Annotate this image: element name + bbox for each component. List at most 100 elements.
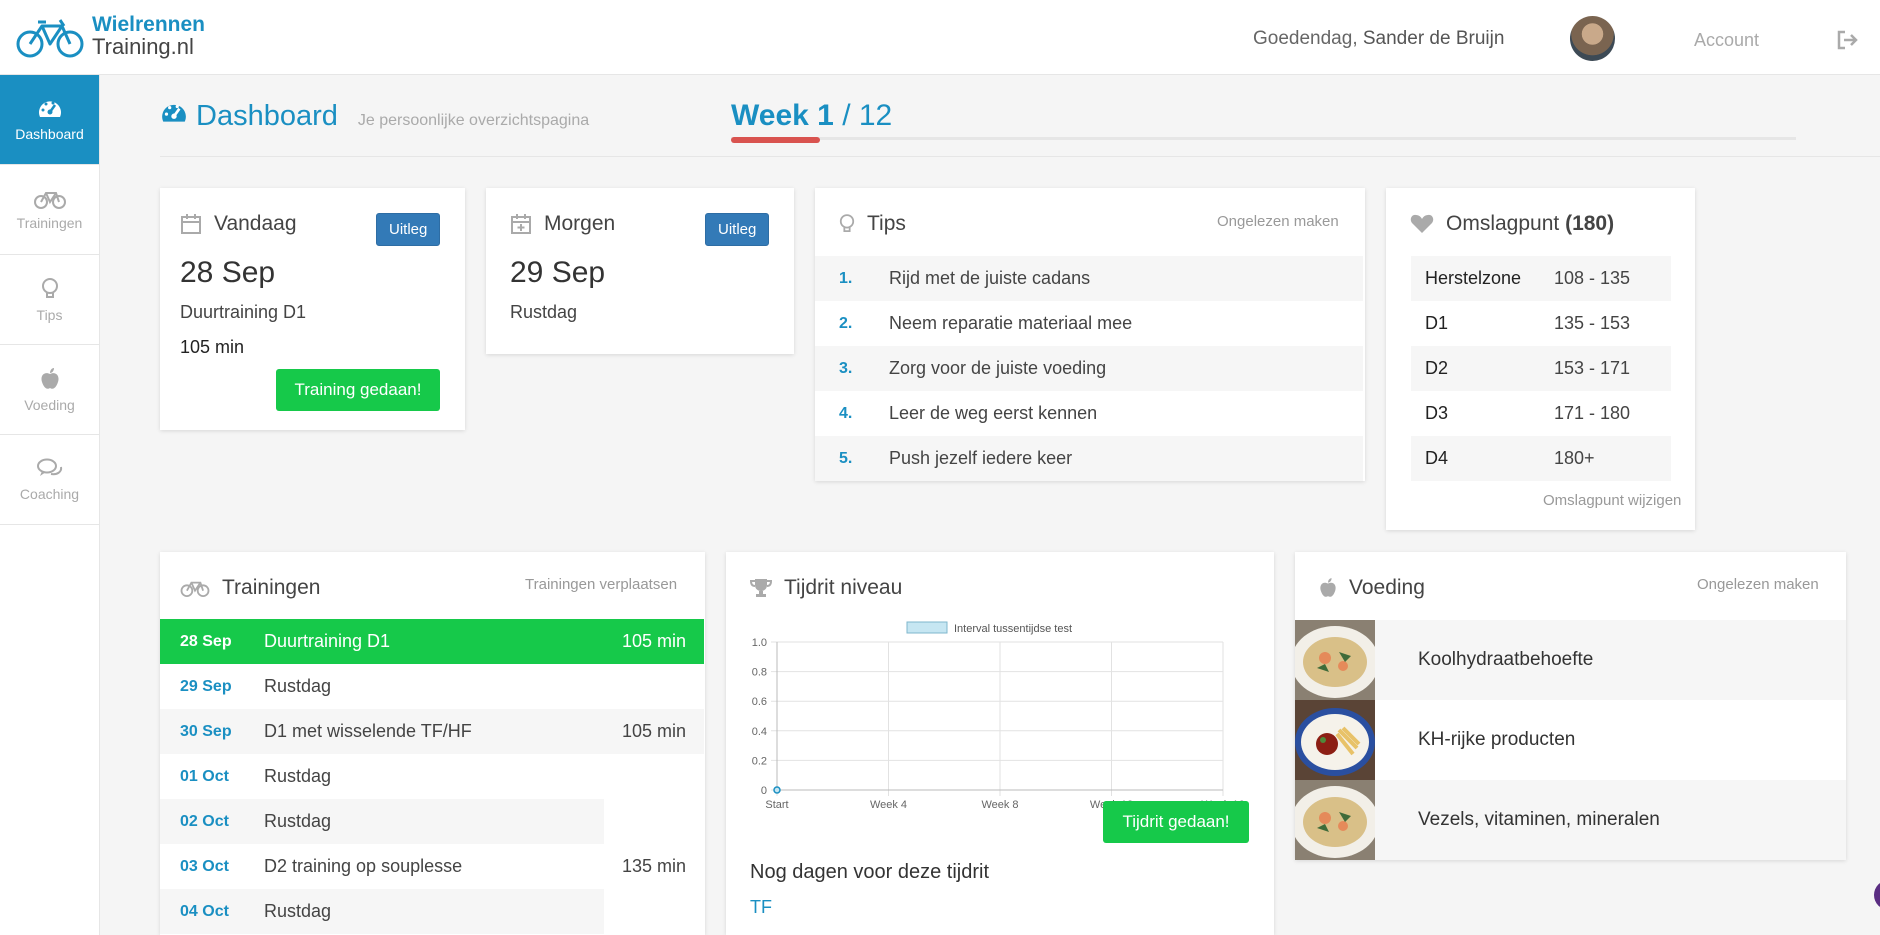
tip-number: 1. [839,269,853,287]
omslagpunt-edit-link[interactable]: Omslagpunt wijzigen [1543,492,1681,509]
tijdrit-title: Tijdrit niveau [750,576,902,600]
training-row[interactable]: 29 Sep Rustdag [160,664,704,709]
tip-item[interactable]: 5. Push jezelf iedere keer [815,436,1363,481]
tomorrow-date: 29 Sep [510,256,606,289]
trainingen-title: Trainingen [180,576,320,600]
trainingen-card: Trainingen Trainingen verplaatsen 28 Sep… [160,552,705,935]
tips-mark-unread-link[interactable]: Ongelezen maken [1217,213,1339,230]
training-name: Duurtraining D1 [264,631,391,651]
voeding-item[interactable]: KH-rijke producten [1295,700,1846,780]
tip-item[interactable]: 4. Leer de weg eerst kennen [815,391,1363,436]
omslagpunt-title-text: Omslagpunt [1446,212,1560,235]
zone-name: Herstelzone [1425,268,1522,288]
pasta-image [1295,620,1375,700]
sidebar-item-coaching[interactable]: Coaching [0,435,99,525]
voeding-mark-unread-link[interactable]: Ongelezen maken [1697,576,1819,593]
sidebar-item-dashboard[interactable]: Dashboard [0,75,99,165]
week-progress-track [731,137,1796,140]
omslagpunt-title: Omslagpunt (180) [1410,212,1614,236]
voeding-label: Koolhydraatbehoefte [1418,649,1594,670]
tijdrit-done-button[interactable]: Tijdrit gedaan! [1103,801,1249,843]
chart-y-tick-label: 0.4 [752,726,767,738]
training-date: 29 Sep [180,677,232,695]
zone-range: 135 - 153 [1554,313,1631,333]
tijdrit-days-value: TF [750,897,772,917]
logout-icon[interactable] [1836,30,1860,55]
chart-y-tick-label: 1.0 [752,637,767,649]
training-row[interactable]: 30 Sep D1 met wisselende TF/HF 105 min [160,709,704,754]
zone-range: 108 - 135 [1554,268,1631,288]
today-uitleg-button[interactable]: Uitleg [376,213,441,246]
zone-row: D1 135 - 153 [1411,301,1671,346]
tomorrow-uitleg-button[interactable]: Uitleg [705,213,770,246]
today-card: Vandaag Uitleg 28 Sep Duurtraining D1 10… [160,188,465,430]
logo-line1: Wielrennen [92,13,205,36]
sidebar-label-voeding: Voeding [24,396,75,413]
trainingen-move-link[interactable]: Trainingen verplaatsen [525,576,677,593]
tijdrit-chart: 00.20.40.60.81.0StartWeek 4Week 8Week 12… [752,621,1245,811]
bicycle-icon [33,191,66,209]
chart-legend-swatch [906,621,948,634]
sidebar-label-tips: Tips [36,306,63,323]
voeding-card: Voeding Ongelezen maken Koolhydraatbehoe… [1295,552,1846,860]
zone-name: D3 [1425,403,1449,423]
divider [160,156,1880,157]
training-name: Rustdag [264,811,332,831]
chart-data-point [773,786,781,794]
voeding-item[interactable]: Koolhydraatbehoefte [1295,620,1846,700]
tijdrit-card: Tijdrit niveau 0 0.2 0.4 0.6 0.8 1.0 Start Week… [726,552,1274,935]
sidebar-label-trainingen: Trainingen [16,214,83,231]
sidebar: Dashboard Trainingen Tips Voeding Coachi… [0,75,100,935]
training-row[interactable]: 28 Sep Duurtraining D1 105 min [160,619,704,664]
today-title: Vandaag [180,212,297,236]
tijdrit-title-text: Tijdrit niveau [784,576,903,599]
training-duration: 135 min [621,856,686,876]
logo[interactable]: Wielrennen Training.nl [16,14,205,58]
training-name: D1 met wisselende TF/HF [264,721,472,741]
tip-item[interactable]: 3. Zorg voor de juiste voeding [815,346,1363,391]
account-link[interactable]: Account [1694,30,1759,51]
zone-name: D4 [1425,448,1449,468]
calendar-icon [181,214,201,234]
training-row[interactable]: 02 Oct Rustdag [160,799,604,844]
tips-title-text: Tips [867,212,906,235]
training-row[interactable]: 01 Oct Rustdag [160,754,704,799]
apple-icon [1320,578,1336,597]
avatar[interactable] [1570,16,1615,61]
tips-card: Tips Ongelezen maken 1. Rijd met de juist… [815,188,1365,481]
chart-x-tick-label: Week 4 [870,799,907,811]
dashboard-icon [162,104,186,122]
tips-list: 1. Rijd met de juiste cadans 2. Neem repar… [815,256,1365,481]
training-name: D2 training op souplesse [264,856,463,876]
zone-row: D4 180+ [1411,436,1671,481]
tips-title: Tips [839,212,906,236]
sidebar-item-trainingen[interactable]: Trainingen [0,165,99,255]
week-current: Week 1 [731,99,834,132]
bicycle-logo-icon [16,19,84,58]
zone-range: 180+ [1554,448,1595,468]
tip-item[interactable]: 1. Rijd met de juiste cadans [815,256,1363,301]
sidebar-item-tips[interactable]: Tips [0,255,99,345]
voeding-item[interactable]: Vezels, vitaminen, mineralen [1295,780,1846,860]
training-date: 02 Oct [180,812,229,830]
chat-widget-button[interactable] [1874,880,1880,910]
zone-range: 171 - 180 [1554,403,1631,423]
tomorrow-title: Morgen [510,212,615,236]
training-done-button[interactable]: Training gedaan! [276,369,440,411]
tomorrow-card: Morgen Uitleg 29 Sep Rustdag [486,188,794,354]
tip-number: 5. [839,449,853,467]
tijdrit-days-heading: Nog dagen voor deze tijdrit [750,861,990,883]
voeding-label: Vezels, vitaminen, mineralen [1418,809,1660,830]
training-row[interactable]: 04 Oct Rustdag [160,889,604,934]
today-title-text: Vandaag [214,212,297,235]
sidebar-item-voeding[interactable]: Voeding [0,345,99,435]
sidebar-label-dashboard: Dashboard [15,125,84,142]
zone-row: D3 171 - 180 [1411,391,1671,436]
training-date: 30 Sep [180,722,232,740]
tip-item[interactable]: 2. Neem reparatie materiaal mee [815,301,1363,346]
trophy-icon [750,579,772,597]
zone-row: Herstelzone 108 - 135 [1411,256,1671,301]
week-progress-fill [731,137,820,143]
training-row[interactable]: 03 Oct D2 training op souplesse 135 min [160,844,704,889]
today-training: Duurtraining D1 [180,302,307,322]
